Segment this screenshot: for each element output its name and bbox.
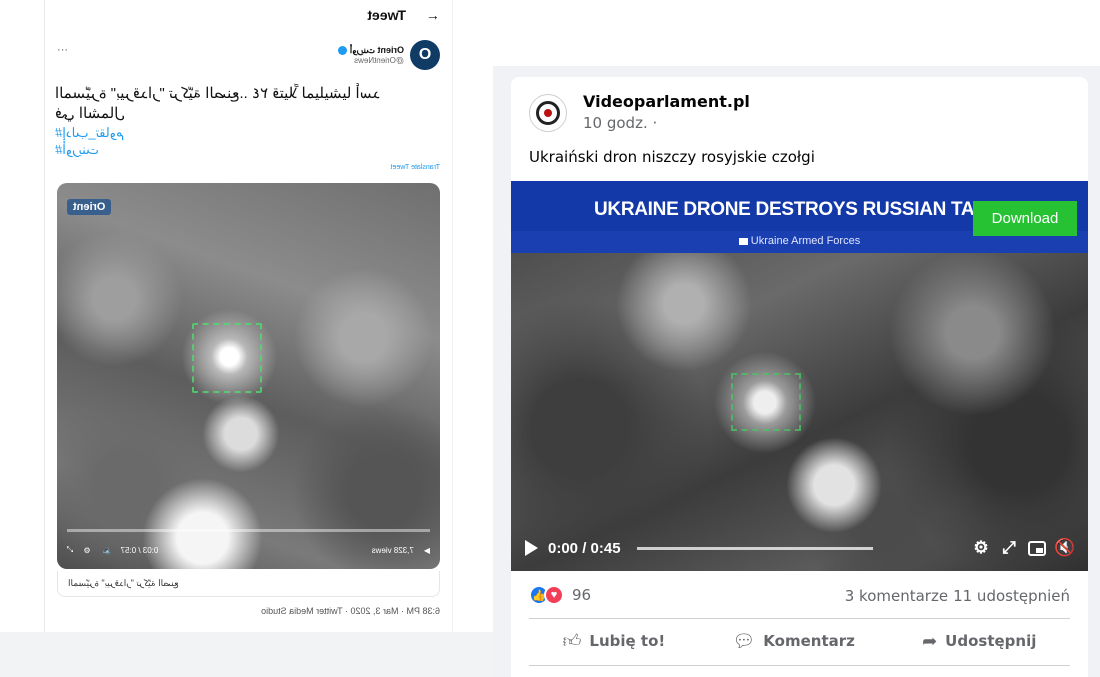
picture-in-picture-icon: [1028, 540, 1046, 556]
tweet-author[interactable]: O Orient أورينت @OrientNews: [337, 40, 440, 70]
tweet-card: ← Tweet O Orient أورينت @OrientNews ··· …: [45, 0, 452, 632]
play-icon[interactable]: ▶: [424, 546, 430, 555]
post-video[interactable]: UKRAINE DRONE DESTROYS RUSSIAN TAI Ukrai…: [511, 181, 1088, 571]
video-frame: [511, 253, 1088, 571]
love-reaction-icon: ♥: [544, 585, 564, 605]
orient-watermark-logo: Orient: [67, 199, 112, 215]
comment-button[interactable]: 💬︎ Komentarz: [732, 631, 854, 652]
avatar[interactable]: O: [410, 40, 440, 70]
film-reel-logo-icon: [536, 101, 560, 125]
tweet-left-margin: [0, 0, 44, 632]
hashtag-link[interactable]: #أورينت: [55, 141, 440, 158]
reaction-count: 96: [572, 586, 592, 604]
post-stats: 3 komentarze 11 udostępnień: [845, 587, 1070, 605]
speech-bubble-icon: 💬︎: [732, 630, 756, 652]
arrow-left-icon[interactable]: ←: [426, 7, 440, 23]
divider: [529, 665, 1070, 666]
fullscreen-icon[interactable]: ⤢: [67, 545, 73, 555]
tweet-timestamp: 6:38 PM · Mar 3, 2020 · Twitter Media St…: [261, 606, 440, 616]
share-button-label: Udostępnij: [945, 632, 1037, 650]
hashtag-link[interactable]: #إدلب_تقاوم: [55, 124, 440, 141]
video-progress-bar[interactable]: [636, 546, 873, 550]
tweet-screenshot: ← Tweet O Orient أورينت @OrientNews ··· …: [0, 0, 500, 677]
comments-count-link[interactable]: 3 komentarze: [845, 587, 948, 605]
video-progress-bar[interactable]: [67, 529, 430, 532]
tweet-bottom-band: [0, 632, 500, 677]
verified-badge-icon: [337, 46, 347, 55]
targeting-reticle: [192, 323, 262, 393]
mute-icon[interactable]: 🔇: [1054, 538, 1075, 557]
video-controls: 0:00 / 0:45 ⚙ ⤢ 🔇: [511, 531, 1088, 565]
translate-tweet-link[interactable]: Translate Tweet: [391, 164, 440, 171]
tweet-right-divider: [452, 0, 453, 632]
camera-icon: [738, 237, 748, 245]
post-text: Ukraiński dron niszczy rosyjskie czołgi: [529, 148, 815, 166]
fullscreen-icon[interactable]: ⤢: [1000, 538, 1018, 557]
tweet-video[interactable]: Orient ▶ 7,328 views 0:03 / 0:57 🔈 ⚙ ⤢: [57, 183, 440, 569]
comment-button-label: Komentarz: [763, 632, 855, 650]
tweet-text-line1: المسيّرة "بيرقدار" تركيّة الصنع.. ٢٤ قتي…: [55, 85, 381, 102]
author-handle: @OrientNews: [354, 56, 404, 65]
video-controls: ▶ 7,328 views 0:03 / 0:57 🔈 ⚙ ⤢: [57, 535, 440, 565]
video-subbanner-text: Ukraine Armed Forces: [750, 235, 861, 247]
share-arrow-icon: ➦: [922, 630, 938, 652]
targeting-reticle: [731, 373, 801, 431]
thumbs-up-icon: 👍︎: [562, 631, 582, 652]
post-timestamp[interactable]: 10 godz. ·: [583, 114, 657, 132]
author-name-text: Orient أورينت: [349, 45, 404, 55]
post-actions: 👍︎ Lubię to! 💬︎ Komentarz ➦ Udostępnij: [529, 619, 1070, 663]
tweet-header: ← Tweet: [45, 0, 452, 30]
reactions-summary[interactable]: 👍 ♥ 96: [529, 585, 591, 605]
like-button-label: Lubię to!: [589, 632, 666, 650]
video-caption: المسيّرة "بيرقدار" تركيّة الصنع: [57, 571, 440, 597]
like-button[interactable]: 👍︎ Lubię to!: [563, 630, 666, 652]
video-views: 7,328 views: [371, 545, 414, 555]
share-button[interactable]: ➦ Udostępnij: [922, 631, 1036, 652]
volume-icon[interactable]: 🔈: [101, 546, 111, 555]
facebook-post: Videoparlament.pl 10 godz. · Ukraiński d…: [511, 77, 1088, 677]
download-button[interactable]: Download: [973, 201, 1077, 236]
page-name-link[interactable]: Videoparlament.pl: [583, 92, 750, 111]
video-time: 0:03 / 0:57: [120, 545, 159, 555]
settings-gear-icon[interactable]: ⚙: [972, 538, 990, 557]
more-horizontal-icon[interactable]: ···: [57, 44, 68, 56]
settings-gear-icon[interactable]: ⚙: [83, 546, 90, 555]
play-icon[interactable]: [525, 540, 538, 556]
avatar-letter: O: [418, 46, 432, 63]
picture-in-picture-button[interactable]: [1028, 539, 1046, 557]
tweet-text: المسيّرة "بيرقدار" تركيّة الصنع.. ٢٤ قتي…: [55, 84, 440, 158]
video-time: 0:00 / 0:45: [548, 539, 621, 557]
tweet-text-line2: في الشمال: [55, 105, 126, 122]
tweet-header-title: Tweet: [367, 7, 406, 23]
author-name: Orient أورينت: [337, 45, 404, 56]
shares-count-link[interactable]: 11 udostępnień: [953, 587, 1070, 605]
page-avatar[interactable]: [529, 94, 567, 132]
